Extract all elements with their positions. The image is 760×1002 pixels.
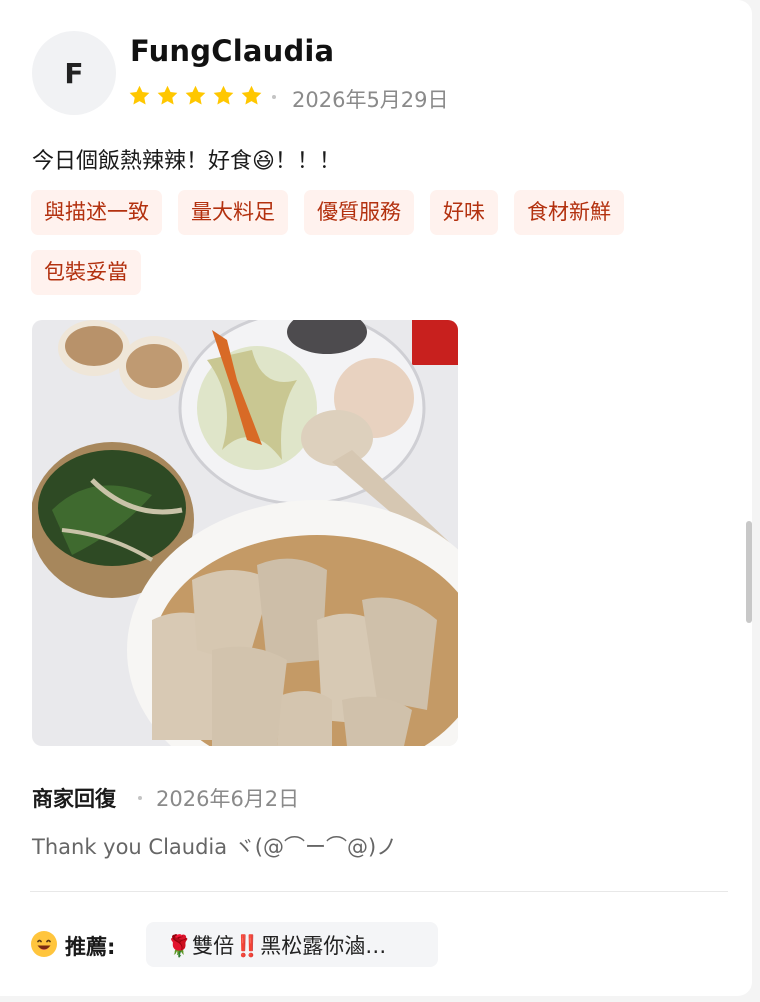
- review-tag: 優質服務: [304, 190, 414, 235]
- review-card: F FungClaudia 2026年5月29日 今日個飯熱辣辣！好食😆！！！ …: [0, 0, 752, 996]
- avatar-initial: F: [64, 56, 84, 90]
- separator-dot: [138, 796, 142, 800]
- star-rating: [128, 84, 263, 107]
- star-icon: [185, 85, 206, 105]
- review-date: 2026年5月29日: [292, 88, 449, 112]
- recommendation-label: 推薦:: [65, 935, 116, 959]
- review-tag: 包裝妥當: [31, 250, 141, 295]
- review-tag: 與描述一致: [31, 190, 162, 235]
- merchant-reply-title: 商家回復: [32, 787, 116, 811]
- divider: [30, 891, 728, 892]
- review-tag: 量大料足: [178, 190, 288, 235]
- review-tag: 好味: [430, 190, 498, 235]
- grinning-face-icon: [31, 931, 57, 957]
- review-tag: 食材新鮮: [514, 190, 624, 235]
- recommended-item-text: 🌹雙倍‼️黑松露你滷…: [166, 933, 387, 958]
- merchant-reply-date: 2026年6月2日: [156, 787, 300, 811]
- merchant-reply-text: Thank you Claudia ヾ(@⌒ー⌒@)ノ: [32, 835, 398, 859]
- username[interactable]: FungClaudia: [130, 34, 334, 68]
- star-icon: [129, 85, 150, 105]
- avatar[interactable]: F: [32, 31, 116, 115]
- food-photo-illustration: [32, 320, 458, 746]
- star-icon: [213, 85, 234, 105]
- recommended-item-chip[interactable]: 🌹雙倍‼️黑松露你滷…: [146, 922, 438, 967]
- separator-dot: [272, 95, 276, 99]
- scrollbar[interactable]: [746, 521, 752, 623]
- review-photo[interactable]: [32, 320, 458, 746]
- review-comment: 今日個飯熱辣辣！好食😆！！！: [32, 149, 341, 174]
- star-icon: [241, 85, 262, 105]
- star-icon: [157, 85, 178, 105]
- review-tags: 與描述一致 量大料足 優質服務 好味 食材新鮮 包裝妥當: [31, 190, 691, 295]
